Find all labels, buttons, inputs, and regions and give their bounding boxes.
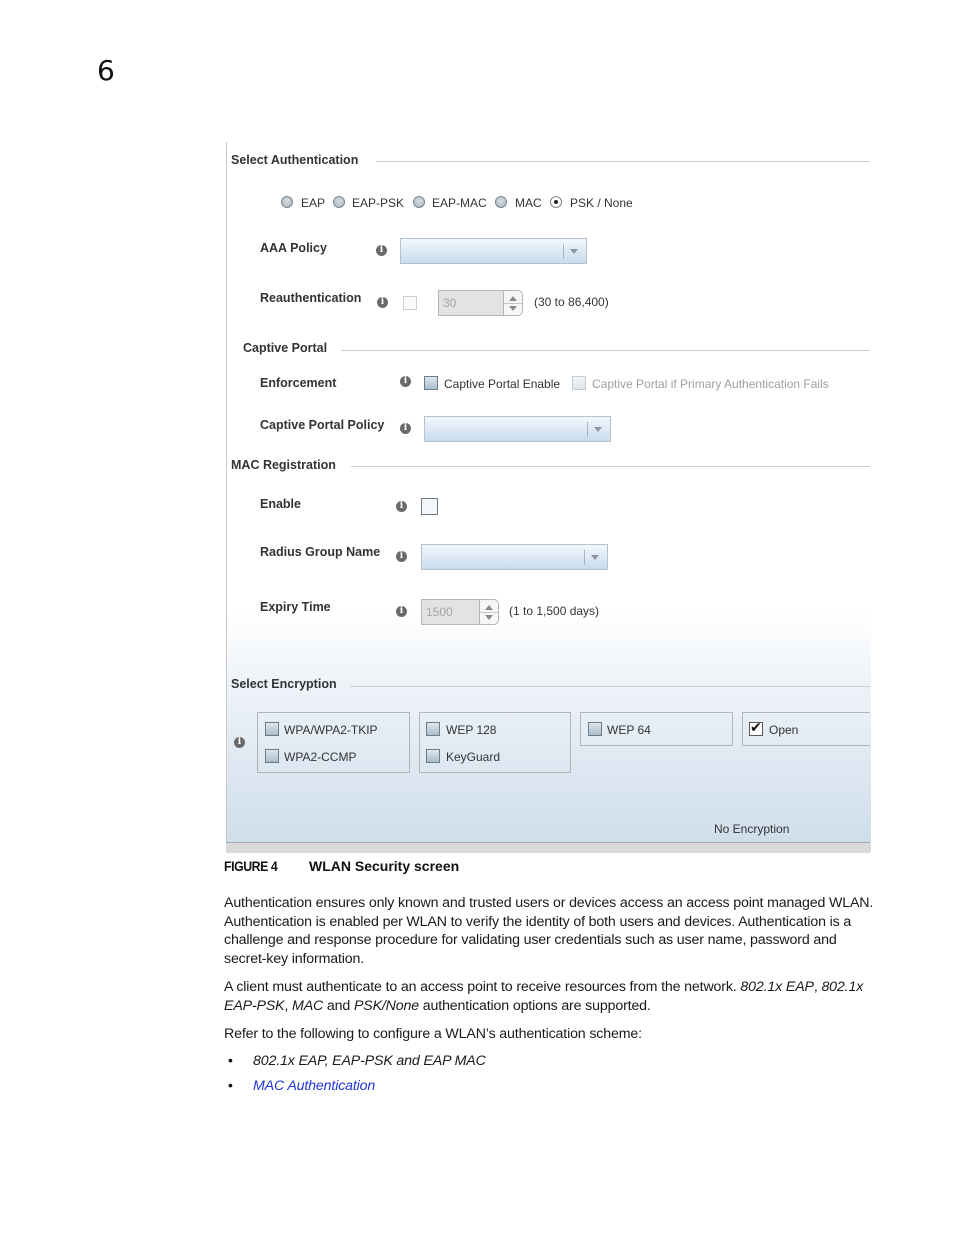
radio-mac-label: MAC	[515, 196, 542, 210]
radio-eap-psk-label: EAP-PSK	[352, 196, 405, 210]
reauthentication-checkbox[interactable]	[403, 296, 417, 310]
figure-number: FIGURE 4	[224, 858, 278, 874]
section-divider	[350, 686, 870, 687]
wpa-wpa2-tkip-checkbox[interactable]	[265, 722, 279, 736]
radio-eap-label: EAP	[301, 196, 326, 210]
radio-eap-mac-label: EAP-MAC	[432, 196, 487, 210]
spinner-divider	[504, 303, 522, 304]
chevron-down-icon	[591, 555, 599, 560]
mac-registration-enable-checkbox[interactable]	[421, 498, 438, 515]
select-encryption-title: Select Encryption	[231, 677, 337, 691]
para2-em: MAC	[292, 997, 324, 1014]
wep-64-checkbox[interactable]	[588, 722, 602, 736]
spin-down-icon[interactable]	[509, 306, 517, 311]
spin-down-icon[interactable]	[485, 615, 493, 620]
chevron-down-icon	[570, 249, 578, 254]
para2-em: 802.1x EAP	[740, 979, 814, 995]
open-label: Open	[769, 723, 799, 737]
expiry-time-label: Expiry Time	[260, 600, 331, 614]
wpa-wpa2-tkip-label: WPA/WPA2-TKIP	[284, 723, 378, 737]
radio-eap[interactable]	[281, 196, 293, 208]
info-icon[interactable]: i	[377, 297, 388, 308]
body-paragraph-2: A client must authenticate to an access …	[224, 978, 874, 1015]
spin-up-icon[interactable]	[509, 296, 517, 301]
spin-up-icon[interactable]	[485, 605, 493, 610]
reauthentication-spinner[interactable]	[503, 290, 523, 316]
captive-portal-enable-label: Captive Portal Enable	[444, 377, 561, 391]
encryption-group-wep64	[580, 712, 733, 746]
expiry-time-input[interactable]: 1500	[421, 599, 480, 625]
body-paragraph-1: Authentication ensures only known and tr…	[224, 895, 874, 967]
captive-portal-policy-label: Captive Portal Policy	[260, 418, 385, 432]
para2-em: PSK/None	[353, 997, 419, 1014]
info-icon[interactable]: i	[376, 245, 387, 256]
wep-128-checkbox[interactable]	[426, 722, 440, 736]
section-divider	[376, 161, 870, 162]
wep-64-label: WEP 64	[607, 723, 651, 737]
bullet-icon: •	[228, 1077, 233, 1093]
captive-portal-fallback-label: Captive Portal if Primary Authentication…	[592, 377, 829, 391]
encryption-status: No Encryption	[714, 822, 790, 836]
radius-group-name-label: Radius Group Name	[260, 545, 381, 559]
keyguard-checkbox[interactable]	[426, 749, 440, 763]
para2-text: A client must authenticate to an access …	[224, 979, 741, 995]
wpa2-ccmp-label: WPA2-CCMP	[284, 750, 357, 764]
info-icon[interactable]: i	[234, 737, 245, 748]
captive-portal-title: Captive Portal	[243, 341, 328, 355]
panel-footer-bar	[226, 842, 870, 853]
info-icon[interactable]: i	[400, 423, 411, 434]
captive-portal-policy-select[interactable]	[424, 416, 611, 442]
para2-text: ,	[284, 997, 293, 1014]
para2-text: authentication options are supported.	[419, 997, 651, 1014]
wpa2-ccmp-checkbox[interactable]	[265, 749, 279, 763]
info-icon[interactable]: i	[396, 606, 407, 617]
mac-registration-enable-label: Enable	[260, 497, 301, 511]
reauthentication-label: Reauthentication	[260, 291, 362, 305]
radio-mac[interactable]	[495, 196, 507, 208]
aaa-policy-label: AAA Policy	[260, 241, 327, 255]
radio-eap-psk[interactable]	[333, 196, 345, 208]
select-authentication-title: Select Authentication	[231, 153, 359, 167]
mac-registration-title: MAC Registration	[231, 458, 336, 472]
info-icon[interactable]: i	[396, 551, 407, 562]
select-separator	[563, 244, 564, 259]
captive-portal-enable-checkbox[interactable]	[424, 376, 438, 390]
section-divider	[341, 350, 870, 351]
radio-eap-mac[interactable]	[413, 196, 425, 208]
expiry-time-range: (1 to 1,500 days)	[509, 604, 600, 618]
info-icon[interactable]: i	[396, 501, 407, 512]
mac-authentication-link[interactable]: MAC Authentication	[253, 1078, 375, 1094]
para2-text: and	[323, 997, 354, 1014]
radio-psk-none-label: PSK / None	[570, 196, 633, 210]
figure-caption: WLAN Security screen	[309, 858, 460, 874]
expiry-time-spinner[interactable]	[479, 599, 499, 625]
radius-group-name-select[interactable]	[421, 544, 608, 570]
info-icon[interactable]: i	[400, 376, 411, 387]
chapter-number: 6	[97, 54, 115, 87]
aaa-policy-select[interactable]	[400, 238, 587, 264]
body-paragraph-3: Refer to the following to configure a WL…	[224, 1026, 642, 1042]
bullet-icon: •	[228, 1052, 233, 1068]
select-separator	[584, 550, 585, 565]
bullet-item-eap: 802.1x EAP, EAP-PSK and EAP MAC	[253, 1053, 486, 1069]
keyguard-label: KeyGuard	[446, 750, 501, 764]
section-divider	[351, 466, 870, 467]
select-separator	[587, 422, 588, 437]
chevron-down-icon	[594, 427, 602, 432]
enforcement-label: Enforcement	[260, 376, 337, 390]
reauthentication-range: (30 to 86,400)	[534, 295, 609, 309]
reauthentication-input[interactable]: 30	[438, 290, 504, 316]
wep-128-label: WEP 128	[446, 723, 497, 737]
captive-portal-fallback-checkbox[interactable]	[572, 376, 586, 390]
open-checkbox[interactable]	[749, 720, 763, 736]
spinner-divider	[480, 612, 498, 613]
radio-psk-none[interactable]	[550, 196, 562, 208]
